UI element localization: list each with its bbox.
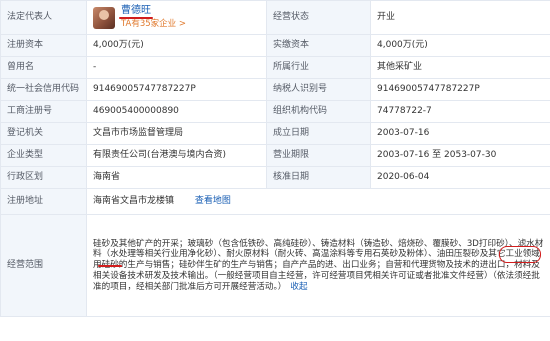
legal-rep-name-link[interactable]: 曹德旺 <box>119 4 153 20</box>
row-credit-code: 统一社会信用代码 91469005747787227P 纳税人识别号 91469… <box>0 78 550 101</box>
business-scope-label: 经营范围 <box>0 214 87 317</box>
row-company-type: 企业类型 有限责任公司(台港澳与境内合资) 营业期限 2003-07-16 至 … <box>0 144 550 167</box>
company-info-table: 法定代表人 曹德旺 TA有35家企业 > 经营状态 开业 注册资本 4,000万… <box>0 0 550 317</box>
legal-rep-cell: 曹德旺 TA有35家企业 > <box>86 0 267 35</box>
company-type-value: 有限责任公司(台港澳与境内合资) <box>86 144 267 167</box>
row-legal-rep: 法定代表人 曹德旺 TA有35家企业 > 经营状态 开业 <box>0 0 550 35</box>
business-scope-text: 硅砂及其他矿产的开采；玻璃砂（包含低铁砂、高纯硅砂）、铸造材料（铸造砂、焙烧砂、… <box>93 238 544 292</box>
reg-capital-value: 4,000万(元) <box>86 34 267 57</box>
taxpayer-id-value: 91469005747787227P <box>370 78 550 101</box>
founded-value: 2003-07-16 <box>370 122 550 145</box>
reg-number-value: 469005400000890 <box>86 100 267 123</box>
legal-rep-label: 法定代表人 <box>0 0 87 35</box>
row-capital: 注册资本 4,000万(元) 实缴资本 4,000万(元) <box>0 34 550 57</box>
approval-date-value: 2020-06-04 <box>370 166 550 189</box>
authority-label: 登记机关 <box>0 122 87 145</box>
row-authority: 登记机关 文昌市市场监督管理局 成立日期 2003-07-16 <box>0 122 550 145</box>
credit-code-label: 统一社会信用代码 <box>0 78 87 101</box>
collapse-link[interactable]: 收起 <box>290 282 307 292</box>
company-type-label: 企业类型 <box>0 144 87 167</box>
address-value: 海南省文昌市龙楼镇 <box>93 195 175 206</box>
credit-code-value: 91469005747787227P <box>86 78 267 101</box>
status-value: 开业 <box>370 0 550 35</box>
legal-rep-companies-link[interactable]: TA有35家企业 > <box>121 19 186 30</box>
address-label: 注册地址 <box>0 188 87 215</box>
approval-date-label: 核准日期 <box>266 166 371 189</box>
taxpayer-id-label: 纳税人识别号 <box>266 78 371 101</box>
org-code-value: 74778722-7 <box>370 100 550 123</box>
row-reg-number: 工商注册号 469005400000890 组织机构代码 74778722-7 <box>0 100 550 123</box>
red-highlight-underline <box>98 265 122 267</box>
authority-value: 文昌市市场监督管理局 <box>86 122 267 145</box>
reg-capital-label: 注册资本 <box>0 34 87 57</box>
founded-label: 成立日期 <box>266 122 371 145</box>
legal-rep-name: 曹德旺 <box>121 4 151 16</box>
region-value: 海南省 <box>86 166 267 189</box>
row-region: 行政区划 海南省 核准日期 2020-06-04 <box>0 166 550 189</box>
business-term-value: 2003-07-16 至 2053-07-30 <box>370 144 550 167</box>
row-former-name: 曾用名 - 所属行业 其他采矿业 <box>0 56 550 79</box>
industry-label: 所属行业 <box>266 56 371 79</box>
red-highlight-circle <box>499 246 541 263</box>
row-business-scope: 经营范围 硅砂及其他矿产的开采；玻璃砂（包含低铁砂、高纯硅砂）、铸造材料（铸造砂… <box>0 214 550 317</box>
paid-capital-value: 4,000万(元) <box>370 34 550 57</box>
row-address: 注册地址 海南省文昌市龙楼镇 查看地图 <box>0 188 550 215</box>
business-scope-cell: 硅砂及其他矿产的开采；玻璃砂（包含低铁砂、高纯硅砂）、铸造材料（铸造砂、焙烧砂、… <box>86 214 550 317</box>
former-name-value: - <box>86 56 267 79</box>
former-name-label: 曾用名 <box>0 56 87 79</box>
reg-number-label: 工商注册号 <box>0 100 87 123</box>
status-label: 经营状态 <box>266 0 371 35</box>
industry-value: 其他采矿业 <box>370 56 550 79</box>
view-map-link[interactable]: 查看地图 <box>195 196 231 206</box>
region-label: 行政区划 <box>0 166 87 189</box>
paid-capital-label: 实缴资本 <box>266 34 371 57</box>
avatar[interactable] <box>93 6 115 29</box>
org-code-label: 组织机构代码 <box>266 100 371 123</box>
business-term-label: 营业期限 <box>266 144 371 167</box>
address-cell: 海南省文昌市龙楼镇 查看地图 <box>86 188 550 215</box>
company-info-panel: 法定代表人 曹德旺 TA有35家企业 > 经营状态 开业 注册资本 4,000万… <box>0 0 550 341</box>
